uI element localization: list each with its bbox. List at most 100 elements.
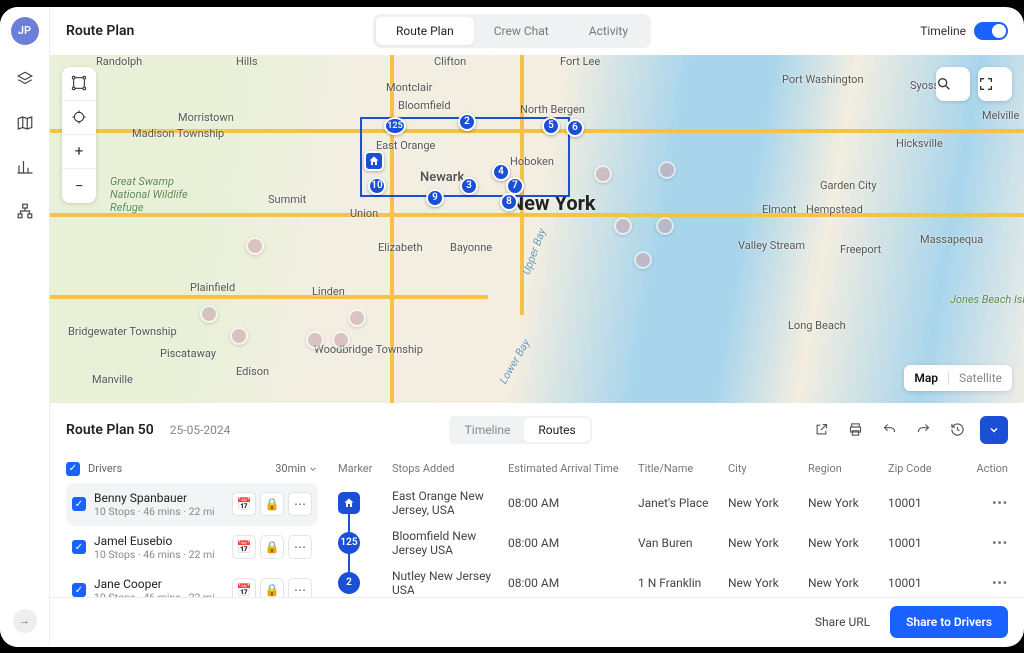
marker-6[interactable]: 6	[566, 119, 584, 137]
marker-3[interactable]: 3	[460, 177, 478, 195]
more-icon[interactable]: ⋯	[288, 535, 312, 559]
map-icon[interactable]	[15, 113, 35, 133]
cell-city: New York	[728, 496, 808, 510]
selection-tool-button[interactable]	[62, 67, 96, 101]
hierarchy-icon[interactable]	[15, 201, 35, 221]
city-label: Edison	[236, 365, 269, 378]
marker-home[interactable]	[364, 151, 384, 171]
driver-row[interactable]: ✓ Benny Spanbauer10 Stops · 46 mins · 22…	[66, 483, 318, 526]
open-external-button[interactable]	[810, 418, 834, 442]
city-label: Fort Lee	[560, 55, 600, 68]
city-label: Plainfield	[190, 281, 235, 294]
city-label: Summit	[268, 193, 306, 206]
marker-faded[interactable]	[658, 161, 676, 179]
cell-zip: 10001	[888, 536, 958, 550]
marker-faded[interactable]	[332, 331, 350, 349]
driver-checkbox[interactable]: ✓	[72, 540, 86, 554]
marker-faded[interactable]	[656, 217, 674, 235]
driver-checkbox[interactable]: ✓	[72, 583, 86, 597]
content-row: ✓ Drivers 30min ✓ Benny Spanbauer10 Stop…	[66, 455, 1008, 597]
print-button[interactable]	[844, 418, 868, 442]
lock-icon[interactable]: 🔒	[260, 578, 284, 597]
lock-icon[interactable]: 🔒	[260, 535, 284, 559]
marker-5[interactable]: 5	[542, 117, 560, 135]
calendar-icon[interactable]: 📅	[232, 535, 256, 559]
zoom-in-button[interactable]: +	[62, 135, 96, 169]
tab-route-plan[interactable]: Route Plan	[376, 17, 474, 45]
city-label: Bridgewater Township	[68, 325, 177, 338]
layers-icon[interactable]	[15, 69, 35, 89]
redo-button[interactable]	[912, 418, 936, 442]
maptype-map[interactable]: Map	[914, 371, 938, 385]
tab-crew-chat[interactable]: Crew Chat	[474, 17, 569, 45]
timeline-label: Timeline	[920, 24, 966, 38]
city-label: Elmont	[762, 203, 797, 216]
city-label: Manville	[92, 373, 133, 386]
marker-faded[interactable]	[614, 217, 632, 235]
timeline-switch[interactable]	[974, 22, 1008, 40]
marker-7[interactable]: 7	[506, 177, 524, 195]
marker-9[interactable]: 9	[426, 189, 444, 207]
row-actions-button[interactable]: •••	[992, 496, 1008, 510]
collapse-sidebar-button[interactable]: →	[13, 609, 37, 633]
map[interactable]: New York Newark Hoboken Fort Lee Clifton…	[50, 55, 1024, 403]
calendar-icon[interactable]: 📅	[232, 578, 256, 597]
marker-faded[interactable]	[246, 237, 264, 255]
row-actions-button[interactable]: •••	[992, 576, 1008, 590]
analytics-icon[interactable]	[15, 157, 35, 177]
more-icon[interactable]: ⋯	[288, 578, 312, 597]
maptype-satellite[interactable]: Satellite	[959, 371, 1002, 385]
panel-actions	[810, 416, 1008, 444]
share-url-link[interactable]: Share URL	[815, 615, 870, 629]
more-icon[interactable]: ⋯	[288, 492, 312, 516]
view-segment: Timeline Routes	[449, 416, 592, 444]
marker-faded[interactable]	[348, 309, 366, 327]
cell-zip: 10001	[888, 496, 958, 510]
driver-row[interactable]: ✓ Jane Cooper10 Stops · 46 mins · 22 mi …	[66, 569, 318, 597]
marker-faded[interactable]	[634, 251, 652, 269]
lock-icon[interactable]: 🔒	[260, 492, 284, 516]
marker-faded[interactable]	[594, 165, 612, 183]
park-label: Jones Beach Island	[950, 293, 1024, 306]
search-map-button[interactable]	[936, 67, 970, 101]
share-to-drivers-button[interactable]: Share to Drivers	[890, 606, 1008, 638]
select-all-checkbox[interactable]: ✓	[66, 462, 80, 476]
seg-routes[interactable]: Routes	[524, 418, 589, 442]
city-label: Massapequa	[920, 233, 983, 246]
locate-button[interactable]	[62, 101, 96, 135]
city-label: Woodbridge Township	[314, 343, 423, 356]
duration-dropdown[interactable]: 30min	[275, 462, 318, 475]
calendar-icon[interactable]: 📅	[232, 492, 256, 516]
marker-8[interactable]: 8	[500, 193, 518, 211]
driver-name: Jane Cooper	[94, 577, 224, 591]
expand-panel-button[interactable]	[980, 416, 1008, 444]
city-label: Elizabeth	[378, 241, 423, 254]
driver-checkbox[interactable]: ✓	[72, 497, 86, 511]
marker-125[interactable]: 125	[384, 117, 406, 135]
history-button[interactable]	[946, 418, 970, 442]
app-frame: JP → Route Plan Route Plan Crew Chat Act…	[0, 7, 1024, 647]
driver-row[interactable]: ✓ Jamel Eusebio10 Stops · 46 mins · 22 m…	[66, 526, 318, 569]
home-marker-icon	[338, 492, 360, 514]
marker-faded[interactable]	[306, 331, 324, 349]
marker-faded[interactable]	[200, 305, 218, 323]
zoom-out-button[interactable]: −	[62, 169, 96, 203]
marker-10[interactable]: 10	[368, 177, 386, 195]
driver-name: Benny Spanbauer	[94, 491, 224, 505]
top-tabs: Route Plan Crew Chat Activity	[373, 14, 651, 48]
park-label: Great Swamp National Wildlife Refuge	[110, 175, 210, 214]
drivers-header: ✓ Drivers 30min	[66, 455, 318, 483]
panel: Route Plan 50 25-05-2024 Timeline Routes	[50, 403, 1024, 597]
avatar[interactable]: JP	[11, 17, 39, 45]
row-actions-button[interactable]: •••	[992, 536, 1008, 550]
seg-timeline[interactable]: Timeline	[451, 418, 525, 442]
marker-faded[interactable]	[230, 327, 248, 345]
marker-4[interactable]: 4	[492, 163, 510, 181]
marker-2[interactable]: 2	[458, 113, 476, 131]
city-label: Randolph	[96, 55, 142, 68]
fullscreen-button[interactable]	[978, 67, 1012, 101]
undo-button[interactable]	[878, 418, 902, 442]
plan-date: 25-05-2024	[170, 423, 231, 437]
cell-stop: Bloomfield New Jersey USA	[392, 529, 508, 557]
tab-activity[interactable]: Activity	[569, 17, 648, 45]
